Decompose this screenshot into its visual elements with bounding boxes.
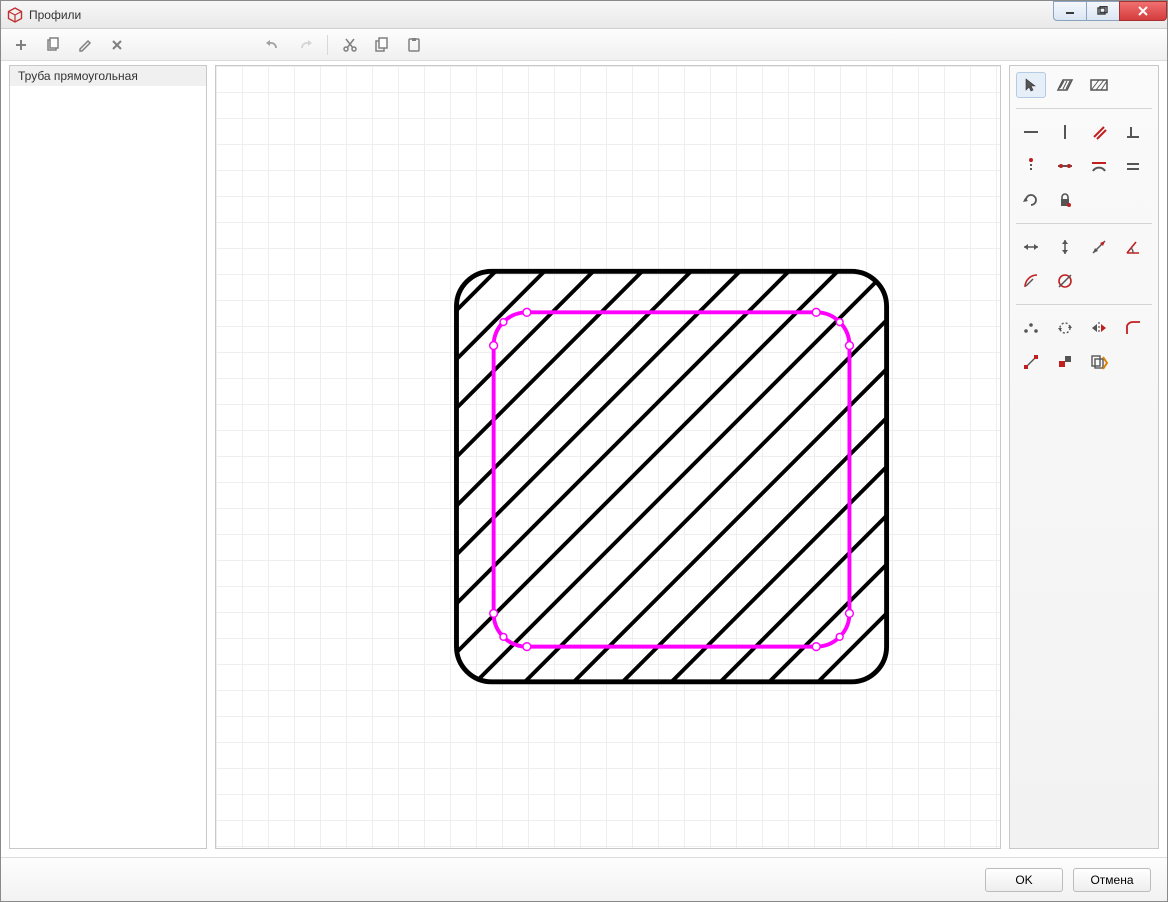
tool-fix-rotation[interactable] xyxy=(1016,187,1046,213)
sketch-canvas[interactable] xyxy=(215,65,1001,849)
redo-button[interactable] xyxy=(291,33,319,57)
profile-list: Труба прямоугольная xyxy=(9,65,207,849)
tool-coincident[interactable] xyxy=(1050,153,1080,179)
copy-clipboard-button[interactable] xyxy=(368,33,396,57)
tool-point[interactable] xyxy=(1016,153,1046,179)
content-area: Труба прямоугольная xyxy=(1,61,1167,857)
tool-pointer[interactable] xyxy=(1016,72,1046,98)
tool-dim-aligned[interactable] xyxy=(1084,234,1114,260)
profile-list-label: Труба прямоугольная xyxy=(18,69,138,83)
dialog-footer: OK Отмена xyxy=(1,857,1167,901)
tool-equals[interactable] xyxy=(1118,153,1148,179)
edit-button[interactable] xyxy=(71,33,99,57)
tool-lock[interactable] xyxy=(1050,187,1080,213)
main-toolbar xyxy=(1,29,1167,61)
cancel-button[interactable]: Отмена xyxy=(1073,868,1151,892)
tool-snap-points[interactable] xyxy=(1016,315,1046,341)
tool-rotate[interactable] xyxy=(1050,315,1080,341)
tool-line-perpendicular[interactable] xyxy=(1118,119,1148,145)
tool-hatch-shape[interactable] xyxy=(1050,72,1080,98)
tool-row-lines xyxy=(1016,119,1152,145)
dialog-window: Профили xyxy=(0,0,1168,902)
tool-line-vertical[interactable] xyxy=(1050,119,1080,145)
paste-button[interactable] xyxy=(400,33,428,57)
tool-auto-constrain[interactable] xyxy=(1084,349,1114,375)
tool-dim-angle[interactable] xyxy=(1118,234,1148,260)
maximize-button[interactable] xyxy=(1086,1,1120,21)
tool-row-dims xyxy=(1016,234,1152,260)
cut-button[interactable] xyxy=(336,33,364,57)
delete-button[interactable] xyxy=(103,33,131,57)
sketch-svg xyxy=(216,66,1000,848)
tool-row-lines3 xyxy=(1016,187,1152,213)
tool-dim-vertical[interactable] xyxy=(1050,234,1080,260)
add-button[interactable] xyxy=(7,33,35,57)
tool-row-select xyxy=(1016,72,1152,98)
app-icon xyxy=(7,7,23,23)
tool-fillet[interactable] xyxy=(1118,315,1148,341)
tool-tangent-arc[interactable] xyxy=(1084,153,1114,179)
undo-button[interactable] xyxy=(259,33,287,57)
tool-divider-2 xyxy=(1016,223,1152,224)
titlebar: Профили xyxy=(1,1,1167,29)
hatch-fill xyxy=(398,213,945,731)
tool-line-horizontal[interactable] xyxy=(1016,119,1046,145)
tool-row-transform2 xyxy=(1016,349,1152,375)
tool-divider-3 xyxy=(1016,304,1152,305)
tool-dim-diameter[interactable] xyxy=(1050,268,1080,294)
tool-dim-horizontal[interactable] xyxy=(1016,234,1046,260)
tool-dim-radius[interactable] xyxy=(1016,268,1046,294)
tool-divider xyxy=(1016,108,1152,109)
profile-list-item[interactable]: Труба прямоугольная xyxy=(10,66,206,86)
tool-line-parallel[interactable] xyxy=(1084,119,1114,145)
tool-row-transform xyxy=(1016,315,1152,341)
tool-hatch-body[interactable] xyxy=(1084,72,1114,98)
tool-mirror[interactable] xyxy=(1084,315,1114,341)
minimize-button[interactable] xyxy=(1053,1,1087,21)
window-title: Профили xyxy=(29,8,81,22)
close-button[interactable] xyxy=(1119,1,1167,21)
toolbar-separator xyxy=(327,35,328,55)
tool-scale[interactable] xyxy=(1016,349,1046,375)
tool-palette xyxy=(1009,65,1159,849)
tool-copy-props[interactable] xyxy=(1050,349,1080,375)
window-controls xyxy=(1054,1,1167,28)
ok-button[interactable]: OK xyxy=(985,868,1063,892)
tool-row-lines2 xyxy=(1016,153,1152,179)
copy-button[interactable] xyxy=(39,33,67,57)
tool-row-dims2 xyxy=(1016,268,1152,294)
outer-profile xyxy=(456,271,886,682)
